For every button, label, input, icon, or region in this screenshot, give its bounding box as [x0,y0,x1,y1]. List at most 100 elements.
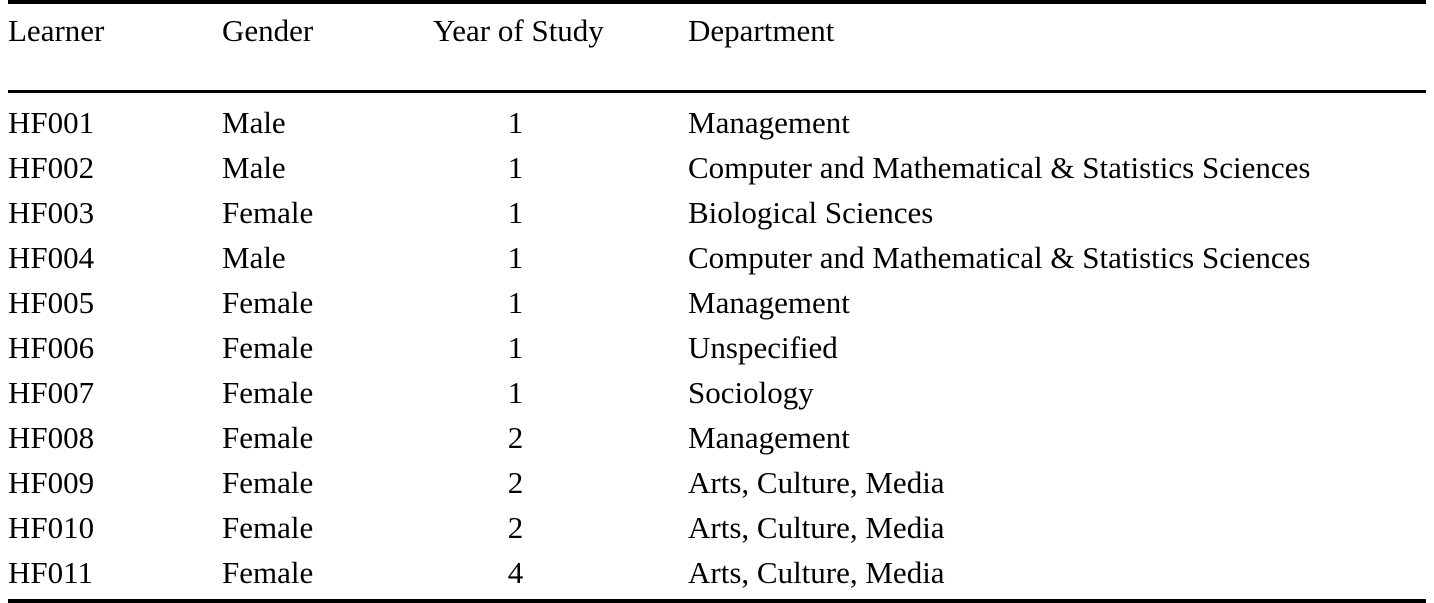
cell-learner: HF009 [8,460,222,505]
cell-year-of-study-value: 2 [507,465,524,500]
table-row: HF005 Female 1 Management [8,280,1426,325]
cell-department-value: Biological Sciences [688,195,934,230]
cell-gender-value: Female [222,375,314,410]
table-row: HF003 Female 1 Biological Sciences [8,190,1426,235]
cell-learner-value: HF010 [8,510,95,545]
table-row: HF002 Male 1 Computer and Mathematical & St… [8,145,1426,190]
cell-department: Management [688,92,1426,146]
cell-department-value: Unspecified [688,330,838,365]
cell-department: Biological Sciences [688,190,1426,235]
cell-department-value: Management [688,420,850,455]
cell-learner: HF001 [8,92,222,146]
cell-learner: HF004 [8,235,222,280]
column-header-gender: Gender [222,0,433,93]
cell-gender: Female [222,415,433,460]
cell-learner-value: HF006 [8,330,95,365]
cell-learner-value: HF001 [8,105,95,140]
table-row: HF009 Female 2 Arts, Culture, Media [8,460,1426,505]
cell-year-of-study: 4 [433,550,688,603]
cell-year-of-study-value: 4 [507,555,524,590]
column-header-department-label: Department [688,13,835,48]
cell-learner-value: HF011 [8,555,93,590]
cell-gender-value: Female [222,420,314,455]
cell-department: Arts, Culture, Media [688,550,1426,603]
cell-year-of-study-value: 1 [507,375,524,410]
column-header-learner: Learner [8,0,222,93]
cell-year-of-study-value: 2 [507,420,524,455]
cell-learner-value: HF008 [8,420,95,455]
cell-department: Arts, Culture, Media [688,505,1426,550]
cell-department-value: Computer and Mathematical & Statistics S… [688,240,1311,275]
cell-gender: Male [222,92,433,146]
cell-year-of-study-value: 1 [507,240,524,275]
cell-department-value: Arts, Culture, Media [688,465,945,500]
cell-year-of-study: 1 [433,325,688,370]
cell-gender: Female [222,190,433,235]
table-row: HF001 Male 1 Management [8,92,1426,146]
table-row: HF004 Male 1 Computer and Mathematical & St… [8,235,1426,280]
cell-gender: Female [222,370,433,415]
cell-department: Computer and Mathematical & Statistics S… [688,145,1426,190]
cell-year-of-study-value: 1 [507,105,524,140]
cell-learner-value: HF004 [8,240,95,275]
cell-gender: Female [222,505,433,550]
cell-learner: HF002 [8,145,222,190]
cell-gender-value: Male [222,105,286,140]
cell-year-of-study: 1 [433,190,688,235]
cell-gender-value: Female [222,555,314,590]
cell-gender: Female [222,550,433,603]
cell-learner: HF006 [8,325,222,370]
cell-learner: HF011 [8,550,222,603]
cell-learner-value: HF002 [8,150,95,185]
cell-gender-value: Female [222,285,314,320]
table-body: HF001 Male 1 Management HF002 Male 1 Computer a… [8,92,1426,603]
table-header: Learner Gender Year of Study Department [8,0,1426,93]
cell-learner: HF007 [8,370,222,415]
cell-department: Management [688,415,1426,460]
cell-gender-value: Female [222,465,314,500]
table-row: HF008 Female 2 Management [8,415,1426,460]
cell-year-of-study: 1 [433,370,688,415]
table-header-row: Learner Gender Year of Study Department [8,0,1426,93]
cell-department: Sociology [688,370,1426,415]
cell-year-of-study: 2 [433,415,688,460]
table-row: HF010 Female 2 Arts, Culture, Media [8,505,1426,550]
cell-year-of-study: 1 [433,92,688,146]
cell-year-of-study: 1 [433,235,688,280]
cell-department: Computer and Mathematical & Statistics S… [688,235,1426,280]
learners-table: Learner Gender Year of Study Department … [8,0,1426,603]
cell-learner: HF003 [8,190,222,235]
cell-year-of-study-value: 1 [507,285,524,320]
table-row: HF011 Female 4 Arts, Culture, Media [8,550,1426,603]
cell-gender-value: Male [222,150,286,185]
cell-department-value: Arts, Culture, Media [688,510,945,545]
cell-year-of-study: 1 [433,280,688,325]
cell-gender-value: Male [222,240,286,275]
cell-department-value: Management [688,105,850,140]
cell-gender: Male [222,145,433,190]
table-container: Learner Gender Year of Study Department … [0,0,1434,603]
cell-gender: Male [222,235,433,280]
cell-gender-value: Female [222,195,314,230]
cell-learner: HF010 [8,505,222,550]
cell-department-value: Sociology [688,375,814,410]
table-row: HF006 Female 1 Unspecified [8,325,1426,370]
cell-year-of-study: 2 [433,505,688,550]
column-header-department: Department [688,0,1426,93]
column-header-year-of-study: Year of Study [433,0,688,93]
table-row: HF007 Female 1 Sociology [8,370,1426,415]
cell-learner-value: HF009 [8,465,95,500]
cell-gender-value: Female [222,510,314,545]
cell-department: Unspecified [688,325,1426,370]
cell-gender: Female [222,280,433,325]
cell-gender: Female [222,460,433,505]
column-header-gender-label: Gender [222,13,314,48]
cell-learner: HF008 [8,415,222,460]
cell-department-value: Arts, Culture, Media [688,555,945,590]
cell-year-of-study: 2 [433,460,688,505]
cell-learner: HF005 [8,280,222,325]
cell-year-of-study-value: 1 [507,330,524,365]
cell-year-of-study: 1 [433,145,688,190]
cell-year-of-study-value: 1 [507,150,524,185]
cell-year-of-study-value: 2 [507,510,524,545]
